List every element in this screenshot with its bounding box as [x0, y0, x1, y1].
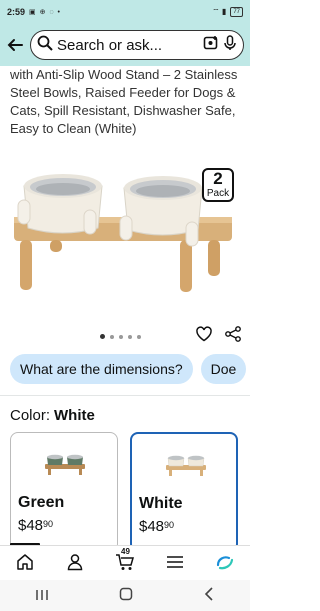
carousel-dot[interactable] [110, 334, 114, 339]
search-placeholder: Search or ask... [57, 36, 163, 54]
carousel-dot[interactable] [119, 334, 123, 339]
search-header: Search or ask... [0, 24, 250, 66]
signal-icon: ⌔ ▮ [212, 7, 227, 16]
swatch-white[interactable]: White $4890 [130, 432, 238, 552]
swatch-price: $4890 [139, 518, 175, 535]
pack-badge: 2 Pack [202, 168, 234, 202]
home-icon[interactable] [13, 550, 37, 574]
question-chips: What are the dimensions? Doe [10, 354, 247, 384]
camera-icon[interactable] [203, 35, 219, 56]
recent-apps-icon[interactable] [35, 588, 49, 604]
pack-count: 2 [213, 169, 223, 188]
heart-icon[interactable] [195, 325, 213, 343]
pack-label: Pack [206, 188, 230, 199]
microphone-icon[interactable] [223, 34, 237, 56]
system-nav-bar [0, 580, 250, 611]
swatch-thumbnail [45, 454, 85, 475]
cart-count: 49 [121, 546, 130, 556]
menu-icon[interactable] [163, 550, 187, 574]
color-label: Color: [10, 407, 51, 424]
cart-icon[interactable]: 49 [113, 546, 137, 574]
swatch-name: Green [18, 494, 65, 511]
color-selector-label: Color: White [10, 407, 95, 424]
color-selected-value: White [54, 407, 95, 424]
carousel-dot[interactable] [128, 334, 132, 339]
question-chip[interactable]: What are the dimensions? [10, 354, 193, 384]
search-icon [37, 35, 53, 56]
status-bar: 2:59 ▣ ⊕ ◌ • ⌔ ▮ 77 [0, 0, 250, 24]
share-icon[interactable] [224, 325, 242, 343]
notification-icons: ▣ ⊕ ◌ • [29, 9, 61, 16]
carousel-dot[interactable] [137, 334, 141, 339]
carousel-dot[interactable] [100, 334, 105, 339]
back-arrow-icon[interactable] [6, 36, 30, 54]
bottom-nav: 49 [0, 545, 250, 577]
section-divider [0, 395, 250, 396]
swatch-name: White [139, 495, 183, 512]
back-button-icon[interactable] [203, 587, 215, 604]
battery-icon: 77 [230, 7, 243, 17]
account-icon[interactable] [63, 550, 87, 574]
swatch-thumbnail [166, 455, 206, 476]
swatch-green[interactable]: Green $4890 [10, 432, 118, 552]
image-carousel-dots[interactable] [100, 334, 141, 339]
question-chip[interactable]: Doe [200, 354, 247, 384]
product-title: with Anti-Slip Wood Stand – 2 Stainless … [10, 67, 238, 136]
swatch-price: $4890 [18, 517, 54, 534]
home-button-icon[interactable] [119, 587, 133, 604]
status-time: 2:59 [7, 7, 26, 17]
search-input[interactable]: Search or ask... [30, 30, 244, 60]
rufus-assistant-icon[interactable] [213, 550, 237, 574]
